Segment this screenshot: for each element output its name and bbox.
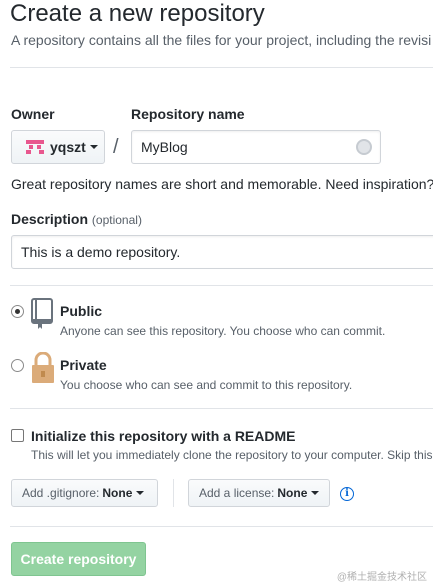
description-label-text: Description <box>11 211 89 227</box>
select-separator <box>173 479 174 507</box>
owner-select-button[interactable]: yqszt <box>11 130 105 164</box>
description-label: Description (optional) <box>11 211 142 227</box>
chevron-down-icon <box>136 491 145 495</box>
divider <box>10 526 433 527</box>
repository-name-input[interactable]: MyBlog <box>131 130 381 164</box>
divider <box>10 285 433 286</box>
info-icon[interactable]: i <box>340 487 354 501</box>
readme-note: This will let you immediately clone the … <box>31 448 433 462</box>
public-note: Anyone can see this repository. You choo… <box>60 324 386 338</box>
private-radio[interactable] <box>11 359 24 372</box>
availability-check-icon <box>356 139 372 155</box>
private-note: You choose who can see and commit to thi… <box>60 378 353 392</box>
gitignore-prefix: Add .gitignore: <box>22 486 100 500</box>
description-input[interactable]: This is a demo repository. <box>11 235 433 269</box>
owner-avatar-icon <box>26 140 44 154</box>
repository-name-label: Repository name <box>131 106 245 122</box>
public-radio[interactable] <box>11 305 24 318</box>
optional-tag: (optional) <box>91 213 142 227</box>
page-title: Create a new repository <box>10 0 265 27</box>
repository-name-value: MyBlog <box>141 139 188 155</box>
owner-name: yqszt <box>50 139 86 155</box>
readme-title: Initialize this repository with a README <box>31 428 296 444</box>
license-value: None <box>277 486 308 500</box>
owner-repo-separator: / <box>113 136 119 158</box>
private-title: Private <box>60 357 107 373</box>
watermark: @稀土掘金技术社区 <box>336 572 427 583</box>
public-title: Public <box>60 303 103 319</box>
gitignore-value: None <box>102 486 133 500</box>
gitignore-select-button[interactable]: Add .gitignore: None <box>11 479 158 507</box>
repo-book-icon <box>31 298 53 329</box>
license-select-button[interactable]: Add a license: None <box>188 479 330 507</box>
description-value: This is a demo repository. <box>21 244 181 260</box>
license-prefix: Add a license: <box>199 486 275 500</box>
divider <box>10 67 433 68</box>
owner-label: Owner <box>11 106 55 122</box>
create-repository-button[interactable]: Create repository <box>11 542 146 576</box>
page-subtitle: A repository contains all the files for … <box>11 32 432 48</box>
lock-icon <box>32 352 54 383</box>
divider <box>10 408 433 409</box>
readme-checkbox[interactable] <box>11 429 24 442</box>
chevron-down-icon <box>311 491 320 495</box>
chevron-down-icon <box>89 145 98 149</box>
repository-name-hint: Great repository names are short and mem… <box>11 176 433 192</box>
